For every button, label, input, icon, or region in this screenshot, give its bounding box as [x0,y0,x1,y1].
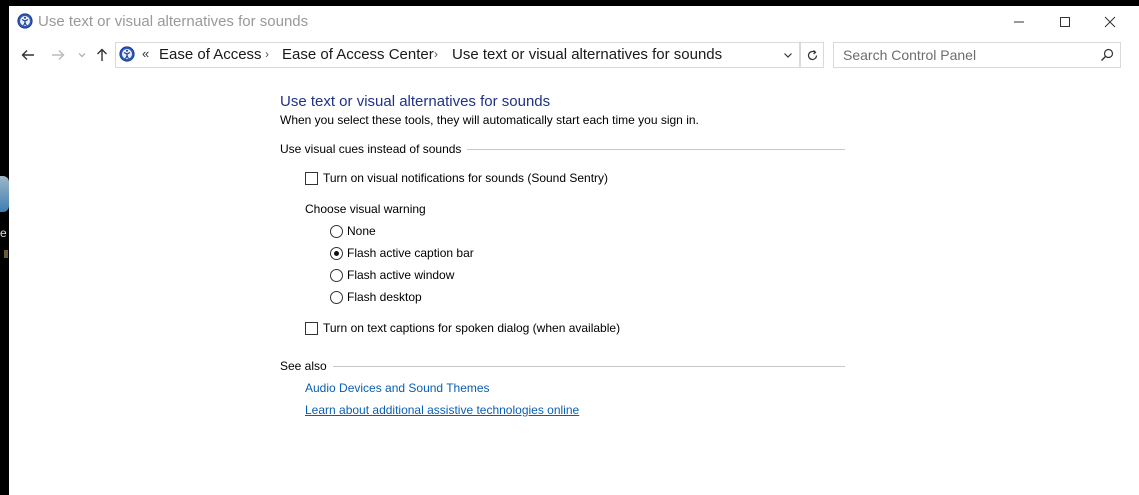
checkbox-box[interactable] [305,171,318,185]
ease-of-access-icon [17,13,33,29]
radio-button[interactable] [330,268,343,282]
navigation-bar: « Ease of Access › Ease of Access Center… [9,37,1139,75]
link-audio-devices[interactable]: Audio Devices and Sound Themes [305,381,490,395]
search-box[interactable] [833,42,1121,68]
breadcrumb-separator-icon[interactable]: › [265,47,269,61]
text-captions-checkbox[interactable]: Turn on text captions for spoken dialog … [305,321,620,335]
section-divider [467,148,845,150]
radio-flash-active-window[interactable]: Flash active window [330,268,454,282]
radio-none[interactable]: None [330,224,376,238]
radio-label[interactable]: Flash active caption bar [347,246,474,260]
chevron-down-icon [784,53,792,58]
radio-button[interactable] [330,224,343,238]
close-button[interactable] [1087,6,1133,37]
search-input[interactable] [834,43,1103,67]
radio-flash-desktop[interactable]: Flash desktop [330,290,422,304]
radio-button[interactable] [330,290,343,304]
see-also-header: See also [280,359,845,373]
close-icon [1104,16,1116,27]
page-subtitle: When you select these tools, they will a… [280,113,699,127]
sound-sentry-checkbox[interactable]: Turn on visual notifications for sounds … [305,171,608,185]
arrow-up-icon [97,48,107,61]
page-title: Use text or visual alternatives for soun… [280,93,551,110]
radio-label[interactable]: Flash desktop [347,290,422,304]
radio-label[interactable]: None [347,224,376,238]
desktop-icon-fragment-2 [4,250,8,258]
breadcrumb-separator-icon[interactable]: › [434,47,438,61]
link-assistive-technologies[interactable]: Learn about additional assistive technol… [305,403,579,417]
maximize-icon [1060,16,1070,27]
refresh-icon [807,49,817,60]
up-button[interactable] [91,45,113,65]
title-bar[interactable]: Use text or visual alternatives for soun… [9,6,1139,37]
address-history-button[interactable] [780,47,796,63]
desktop-icon-label-fragment: e [0,226,7,240]
checkbox-label[interactable]: Turn on text captions for spoken dialog … [323,321,620,335]
radio-button-selected[interactable] [330,246,343,260]
section-heading: See also [280,359,327,373]
maximize-button[interactable] [1042,6,1088,37]
desktop-icon-fragment[interactable] [0,176,9,212]
window-title: Use text or visual alternatives for soun… [38,13,309,30]
radio-label[interactable]: Flash active window [347,268,454,282]
section-visual-cues-header: Use visual cues instead of sounds [280,142,845,156]
breadcrumb-ease-of-access[interactable]: Ease of Access [159,46,262,63]
breadcrumb-ease-of-access-center[interactable]: Ease of Access Center [282,46,434,63]
checkbox-box[interactable] [305,321,318,335]
radio-flash-active-caption-bar[interactable]: Flash active caption bar [330,246,474,260]
choose-visual-warning-label: Choose visual warning [305,202,426,216]
search-icon[interactable] [1099,47,1115,63]
breadcrumb-overflow-button[interactable]: « [142,46,149,61]
section-heading: Use visual cues instead of sounds [280,142,462,156]
arrow-left-icon [21,50,34,60]
desktop-background [0,0,9,495]
address-bar[interactable]: « Ease of Access › Ease of Access Center… [115,42,800,68]
forward-button[interactable] [47,45,69,65]
recent-locations-button[interactable] [71,45,93,65]
refresh-button[interactable] [800,42,824,68]
control-panel-window: Use text or visual alternatives for soun… [9,6,1139,495]
ease-of-access-icon [119,46,135,62]
section-divider [332,365,845,367]
chevron-down-icon [78,53,86,58]
back-button[interactable] [17,45,39,65]
minimize-icon [1014,21,1024,22]
arrow-right-icon [52,50,65,60]
breadcrumb-current-page[interactable]: Use text or visual alternatives for soun… [452,46,722,63]
checkbox-label[interactable]: Turn on visual notifications for sounds … [323,171,608,185]
minimize-button[interactable] [996,6,1042,37]
